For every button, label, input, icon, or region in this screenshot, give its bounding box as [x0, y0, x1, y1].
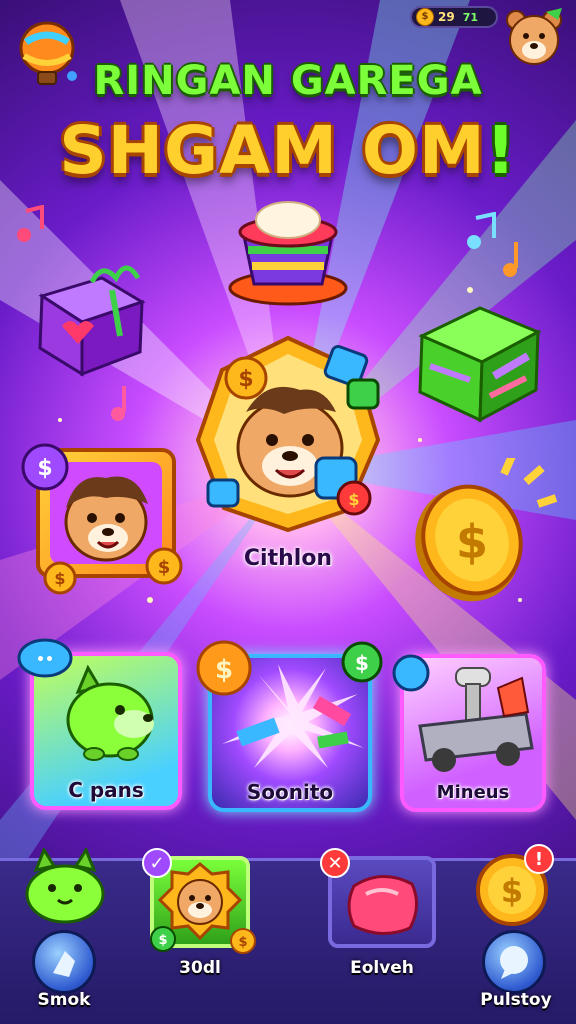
svg-text:$: $ — [54, 569, 65, 588]
gem-badge-icon: •• — [17, 638, 73, 678]
coin-counter[interactable]: $ 29 71 — [410, 6, 498, 28]
coin-icon: $ — [341, 641, 383, 683]
coin-icon: $ — [230, 928, 256, 954]
coin-icon: $ — [150, 926, 176, 952]
svg-text:$: $ — [238, 367, 253, 392]
game-title-top: RINGAN GAREGA — [93, 58, 483, 104]
nav-label: Eolveh — [350, 958, 414, 978]
music-note-icon — [111, 386, 126, 421]
green-dice-icon[interactable] — [410, 296, 546, 426]
robot-cart-icon — [418, 667, 534, 772]
svg-text:$: $ — [37, 456, 52, 481]
game-title-exclaim: ! — [485, 112, 517, 189]
svg-text:$: $ — [215, 655, 233, 685]
nav-button-pulstoy[interactable] — [482, 930, 546, 994]
svg-text:$: $ — [501, 872, 523, 910]
mode-card-label: C pans — [68, 778, 144, 802]
mode-card-label: Mineus — [436, 782, 510, 803]
chat-icon — [500, 946, 528, 979]
nav-label: Pulstoy — [480, 990, 552, 1010]
svg-text:$: $ — [456, 515, 488, 569]
magic-hat-icon[interactable] — [218, 192, 358, 310]
svg-text:$: $ — [348, 490, 359, 509]
gift-box-icon[interactable] — [32, 256, 152, 380]
hero-character-icon[interactable]: $ $ — [188, 330, 388, 540]
svg-text:$: $ — [158, 557, 171, 578]
coin-count: 29 — [438, 10, 455, 24]
coin-icon: $ — [43, 561, 77, 595]
game-title-main: SHGAM OM! — [0, 112, 576, 189]
alert-badge-icon: ! — [524, 844, 554, 874]
nav-label: Smok — [37, 990, 91, 1010]
gem-badge-icon — [392, 654, 430, 692]
coin-icon: $ — [21, 443, 69, 491]
nav-badge: ✓ — [142, 848, 172, 878]
svg-text:$: $ — [355, 651, 369, 675]
svg-text:$: $ — [158, 933, 167, 948]
game-scene: $ 29 71 RINGAN GAREGA SHGAM OM! $ $ Cith… — [0, 0, 576, 1024]
coin-icon: $ — [145, 547, 183, 585]
gem-count: 71 — [462, 10, 479, 24]
svg-text:••: •• — [36, 652, 54, 668]
nav-button-smok[interactable] — [32, 930, 96, 994]
coin-icon: $ — [196, 640, 252, 696]
game-title-main-text: SHGAM OM — [59, 112, 486, 189]
music-note-icon — [503, 242, 518, 277]
coin-icon: $ — [416, 8, 434, 26]
hand-icon — [53, 951, 75, 977]
nav-label: 30dl — [179, 958, 221, 978]
gold-coin-icon[interactable]: $ — [408, 458, 558, 608]
mode-card-label: Soonito — [246, 780, 334, 804]
close-badge-icon[interactable]: ✕ — [320, 848, 350, 878]
green-pet-icon[interactable] — [22, 848, 108, 926]
music-note-icon — [17, 205, 44, 242]
candy-icon — [347, 874, 418, 935]
music-note-icon — [467, 212, 496, 249]
svg-text:$: $ — [238, 935, 247, 950]
hero-label: Cithlon — [243, 546, 333, 571]
